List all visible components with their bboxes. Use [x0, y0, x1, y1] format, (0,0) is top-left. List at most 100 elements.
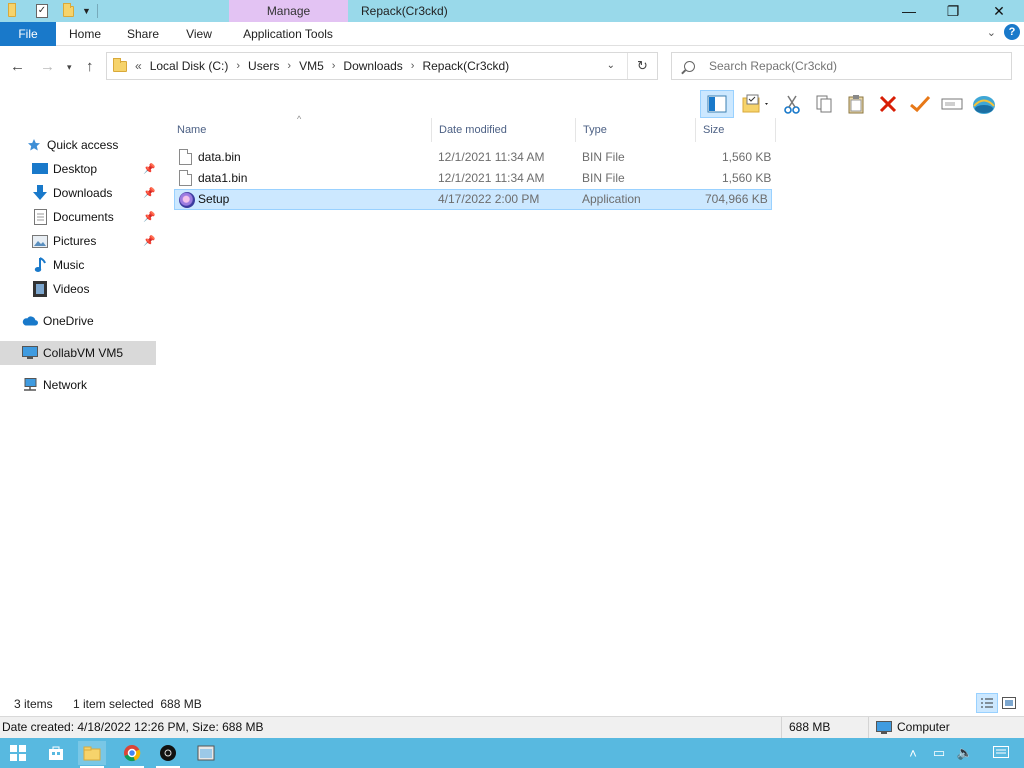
action-center-icon[interactable] — [990, 742, 1012, 764]
breadcrumb-downloads[interactable]: Downloads — [343, 59, 402, 73]
cut-button[interactable] — [778, 90, 806, 118]
start-button[interactable] — [4, 741, 32, 765]
setup-app-icon — [179, 192, 195, 208]
taskbar-window-app[interactable] — [192, 741, 220, 765]
file-name: data1.bin — [198, 171, 248, 185]
file-row[interactable]: data.bin 12/1/2021 11:34 AM BIN File 1,5… — [174, 147, 772, 168]
breadcrumb-local-disk[interactable]: Local Disk (C:) — [150, 59, 229, 73]
sidebar-item-pictures[interactable]: Pictures 📌 — [0, 229, 156, 253]
taskbar-media-app[interactable] — [154, 741, 182, 768]
sidebar-item-music[interactable]: Music — [0, 253, 156, 277]
properties-icon[interactable]: ✓ — [34, 3, 50, 19]
column-header-name[interactable]: Name — [170, 118, 432, 142]
tray-overflow-chevron-icon[interactable]: ˄ — [902, 742, 924, 764]
status-bar: 3 items 1 item selected 688 MB — [0, 692, 1024, 716]
sidebar-item-label: Documents — [53, 210, 114, 224]
folder-icon — [4, 2, 20, 19]
file-row[interactable]: data1.bin 12/1/2021 11:34 AM BIN File 1,… — [174, 168, 772, 189]
column-header-size[interactable]: Size — [696, 118, 776, 142]
back-arrow-icon[interactable]: ← — [10, 58, 25, 75]
expand-ribbon-chevron-icon[interactable]: ⌄ — [987, 26, 996, 39]
shell-extension-button[interactable] — [970, 90, 998, 118]
folder-icon — [113, 57, 127, 72]
sidebar-item-network[interactable]: Network — [0, 373, 156, 397]
taskbar-store[interactable] — [42, 741, 70, 765]
breadcrumb-overflow[interactable]: « — [135, 59, 142, 73]
column-header-date-modified[interactable]: Date modified — [432, 118, 576, 142]
taskbar-chrome[interactable] — [118, 741, 146, 768]
manage-context-tab[interactable]: Manage — [229, 0, 348, 22]
rename-button[interactable] — [906, 90, 934, 118]
search-box[interactable] — [671, 52, 1012, 80]
recent-locations-chevron-icon[interactable]: ▾ — [67, 62, 72, 73]
film-icon — [32, 281, 48, 297]
file-date: 12/1/2021 11:34 AM — [438, 150, 545, 164]
sidebar-item-desktop[interactable]: Desktop 📌 — [0, 157, 156, 181]
sidebar-item-onedrive[interactable]: OneDrive — [0, 309, 156, 333]
address-row: ← → ▾ ↑ « Local Disk (C:) › Users › VM5 … — [0, 46, 1024, 86]
pin-icon[interactable]: 📌 — [143, 188, 155, 199]
tab-application-tools[interactable]: Application Tools — [230, 22, 346, 46]
ribbon-tabs: File Home Share View Application Tools ⌄… — [0, 22, 1024, 46]
details-size: 688 MB — [789, 717, 869, 738]
search-input[interactable] — [709, 59, 989, 73]
copy-button[interactable] — [810, 90, 838, 118]
clipboard-icon — [848, 95, 864, 114]
pin-icon[interactable]: 📌 — [143, 164, 155, 175]
sidebar-item-quick-access[interactable]: Quick access — [0, 133, 156, 157]
minimize-button[interactable]: — — [886, 0, 932, 22]
taskbar: ˄ ▭ 🔈 — [0, 738, 1024, 768]
sidebar-item-label: Music — [53, 258, 85, 272]
location-label: Computer — [897, 720, 950, 734]
address-history-chevron-icon[interactable]: ⌄ — [607, 60, 615, 71]
command-toolbar — [700, 88, 1002, 120]
pin-icon[interactable]: 📌 — [143, 236, 155, 247]
breadcrumb-current-folder[interactable]: Repack(Cr3ckd) — [422, 59, 509, 73]
properties-dropdown-button[interactable] — [738, 90, 774, 118]
sidebar-item-label: CollabVM VM5 — [43, 346, 124, 360]
breadcrumb-vm5[interactable]: VM5 — [299, 59, 324, 73]
tab-file[interactable]: File — [0, 22, 56, 46]
file-row-selected[interactable]: Setup 4/17/2022 2:00 PM Application 704,… — [174, 189, 772, 210]
sidebar-item-label: Downloads — [53, 186, 113, 200]
search-icon — [684, 60, 695, 72]
select-button[interactable] — [938, 90, 966, 118]
breadcrumb-separator[interactable]: › — [411, 60, 415, 72]
pin-icon[interactable]: 📌 — [143, 212, 155, 223]
details-view-button[interactable] — [976, 693, 998, 713]
help-icon[interactable]: ? — [1004, 24, 1020, 40]
breadcrumb-separator[interactable]: › — [332, 60, 336, 72]
forward-arrow-icon[interactable]: → — [40, 58, 55, 75]
new-folder-icon[interactable] — [60, 2, 76, 19]
tab-share[interactable]: Share — [118, 22, 168, 46]
paste-button[interactable] — [842, 90, 870, 118]
close-button[interactable]: ✕ — [976, 0, 1022, 22]
network-tray-icon[interactable]: ▭ — [928, 742, 950, 764]
sidebar-item-documents[interactable]: Documents 📌 — [0, 205, 156, 229]
address-bar[interactable]: « Local Disk (C:) › Users › VM5 › Downlo… — [106, 52, 658, 80]
sidebar-item-this-pc[interactable]: CollabVM VM5 — [0, 341, 156, 365]
sidebar-item-downloads[interactable]: Downloads 📌 — [0, 181, 156, 205]
large-icons-view-button[interactable] — [998, 693, 1020, 713]
customize-toolbar-chevron-icon[interactable]: ▼ — [82, 6, 91, 16]
up-arrow-icon[interactable]: ↑ — [86, 58, 94, 75]
large-icons-view-icon — [1002, 697, 1016, 709]
preview-pane-button[interactable] — [700, 90, 734, 118]
breadcrumb-users[interactable]: Users — [248, 59, 279, 73]
breadcrumb-separator[interactable]: › — [236, 60, 240, 72]
tab-view[interactable]: View — [176, 22, 222, 46]
delete-button[interactable] — [874, 90, 902, 118]
computer-icon — [22, 345, 38, 361]
cloud-icon — [22, 313, 38, 329]
column-header-type[interactable]: Type — [576, 118, 696, 142]
refresh-icon[interactable]: ↻ — [627, 53, 657, 79]
sidebar-item-videos[interactable]: Videos — [0, 277, 156, 301]
copy-icon — [816, 95, 832, 113]
volume-icon[interactable]: 🔈 — [954, 742, 976, 764]
taskbar-file-explorer[interactable] — [78, 741, 106, 768]
maximize-icon: ❐ — [946, 2, 960, 19]
selection-info: 1 item selected 688 MB — [73, 697, 202, 711]
tab-home[interactable]: Home — [60, 22, 110, 46]
maximize-button[interactable]: ❐ — [930, 0, 976, 22]
breadcrumb-separator[interactable]: › — [287, 60, 291, 72]
